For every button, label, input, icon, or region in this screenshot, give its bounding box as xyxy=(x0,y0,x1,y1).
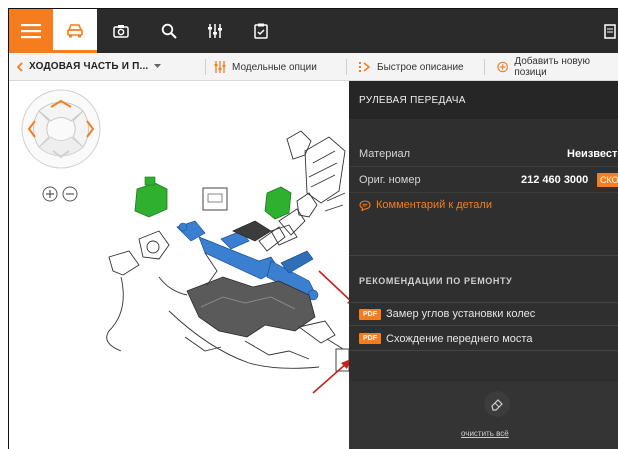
annotation-arrows xyxy=(312,270,357,394)
zoom-in-button[interactable] xyxy=(42,186,58,202)
divider xyxy=(349,255,618,256)
document-button[interactable] xyxy=(599,9,618,53)
green-part-reservoir[interactable] xyxy=(134,176,168,218)
vehicle-tab-button[interactable] xyxy=(53,9,97,53)
eraser-icon xyxy=(491,399,503,411)
panel-title: РУЛЕВАЯ ПЕРЕДАЧА xyxy=(349,81,618,119)
search-icon xyxy=(161,23,177,39)
parts-diagram-area[interactable] xyxy=(9,81,357,449)
clear-all-link[interactable]: очистить всё xyxy=(461,429,509,438)
car-icon xyxy=(67,23,83,37)
menu-button[interactable] xyxy=(9,9,53,53)
green-part-pump[interactable] xyxy=(264,186,292,220)
part-label-box[interactable] xyxy=(202,187,228,211)
divider xyxy=(346,59,347,75)
add-position-button[interactable]: Добавить новую позици xyxy=(497,53,618,81)
orig-number-value: 212 460 3000 xyxy=(521,173,589,186)
material-label: Материал xyxy=(359,147,410,160)
chevron-left-icon xyxy=(16,61,23,72)
app-window: ХОДОВАЯ ЧАСТЬ И П... Модельные опции Быс… xyxy=(8,8,618,449)
menu-icon xyxy=(21,24,41,39)
copy-badge[interactable]: СКО xyxy=(597,173,618,187)
parts-diagram xyxy=(21,89,357,394)
recommendations-title: РЕКОМЕНДАЦИИ ПО РЕМОНТУ xyxy=(359,276,513,286)
add-position-label: Добавить новую позици xyxy=(514,56,590,78)
comment-link[interactable]: Комментарий к детали xyxy=(359,199,492,211)
filters-button[interactable] xyxy=(195,9,235,53)
comment-label: Комментарий к детали xyxy=(376,199,492,211)
clipboard-icon xyxy=(254,23,268,39)
orig-number-label: Ориг. номер xyxy=(359,173,421,186)
caret-down-icon[interactable] xyxy=(154,64,162,69)
navigation-pad[interactable] xyxy=(21,89,101,169)
divider xyxy=(484,59,485,75)
camera-button[interactable] xyxy=(101,9,141,53)
material-row: Материал Неизвесте xyxy=(349,141,618,167)
eraser-button[interactable] xyxy=(484,391,510,417)
sliders-icon xyxy=(214,61,226,73)
plus-circle-icon xyxy=(497,61,508,73)
recommendation-item[interactable]: PDF Схождение переднего моста › xyxy=(349,327,618,351)
document-icon xyxy=(604,23,616,39)
top-toolbar xyxy=(9,9,618,53)
recommendation-label: Схождение переднего моста xyxy=(386,332,533,345)
pdf-badge: PDF xyxy=(359,308,381,320)
zoom-out-button[interactable] xyxy=(62,186,78,202)
orig-number-row: Ориг. номер 212 460 3000 СКО xyxy=(349,167,618,193)
quick-description-button[interactable]: Быстрое описание xyxy=(359,53,464,81)
comment-icon xyxy=(359,199,371,211)
material-value: Неизвесте xyxy=(567,147,618,160)
quick-description-label: Быстрое описание xyxy=(377,61,464,73)
part-details-panel: РУЛЕВАЯ ПЕРЕДАЧА Материал Неизвесте Ориг… xyxy=(349,81,618,449)
camera-icon xyxy=(113,25,129,38)
recommendation-item[interactable]: PDF Замер углов установки колес › xyxy=(349,302,618,326)
sliders-icon xyxy=(208,24,222,38)
model-options-button[interactable]: Модельные опции xyxy=(214,53,317,81)
breadcrumb-bar: ХОДОВАЯ ЧАСТЬ И П... Модельные опции Быс… xyxy=(9,53,618,81)
model-options-label: Модельные опции xyxy=(232,61,317,73)
breadcrumb-title[interactable]: ХОДОВАЯ ЧАСТЬ И П... xyxy=(29,61,148,72)
list-icon xyxy=(359,62,371,72)
recommendation-label: Замер углов установки колес xyxy=(386,308,536,320)
divider xyxy=(205,59,206,75)
clear-area: очистить всё xyxy=(349,381,618,449)
back-button[interactable] xyxy=(9,61,29,72)
clipboard-button[interactable] xyxy=(241,9,281,53)
pdf-badge: PDF xyxy=(359,333,381,344)
search-button[interactable] xyxy=(149,9,189,53)
